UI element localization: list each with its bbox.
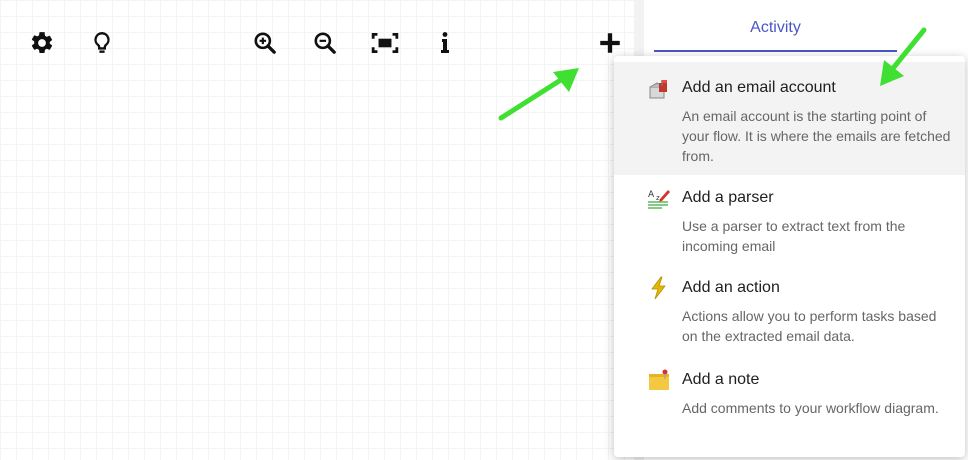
menu-item-note[interactable]: Add a note Add comments to your workflow… — [614, 362, 965, 457]
settings-button[interactable] — [27, 28, 57, 58]
fit-screen-icon — [371, 32, 399, 54]
menu-item-description: An email account is the starting point o… — [682, 108, 951, 164]
zoom-out-button[interactable] — [310, 28, 340, 58]
menu-item-title: Add an action — [682, 279, 780, 296]
zoom-in-button[interactable] — [250, 28, 280, 58]
lightbulb-icon — [94, 32, 110, 53]
zoom-in-icon — [254, 32, 276, 54]
menu-item-action[interactable]: Add an action Actions allow you to perfo… — [614, 268, 965, 362]
menu-item-title: Add a parser — [682, 189, 774, 206]
sticky-note-icon — [649, 369, 669, 390]
menu-item-description: Add comments to your workflow diagram. — [682, 400, 939, 416]
plus-icon — [600, 33, 620, 53]
menu-item-description: Actions allow you to perform tasks based… — [682, 308, 937, 344]
menu-item-title: Add a note — [682, 371, 760, 388]
gear-icon — [31, 32, 53, 53]
workflow-canvas[interactable] — [0, 0, 634, 460]
info-icon — [441, 32, 449, 53]
add-menu: Add an email account An email account is… — [614, 56, 965, 457]
svg-text:A: A — [648, 190, 655, 200]
lightning-icon — [651, 276, 666, 300]
zoom-out-icon — [314, 32, 336, 54]
tips-button[interactable] — [87, 28, 117, 58]
info-button[interactable] — [430, 28, 460, 58]
mailbox-icon — [649, 80, 667, 99]
menu-item-email-account[interactable]: Add an email account An email account is… — [614, 62, 965, 175]
menu-item-parser[interactable]: A z Add a parser Use a parser to extract… — [614, 175, 965, 268]
menu-item-description: Use a parser to extract text from the in… — [682, 218, 906, 254]
fit-screen-button[interactable] — [370, 28, 400, 58]
parser-icon: A z — [648, 190, 670, 209]
add-button[interactable] — [595, 28, 625, 58]
menu-item-title: Add an email account — [682, 79, 836, 96]
tab-activity[interactable]: Activity — [654, 0, 897, 52]
